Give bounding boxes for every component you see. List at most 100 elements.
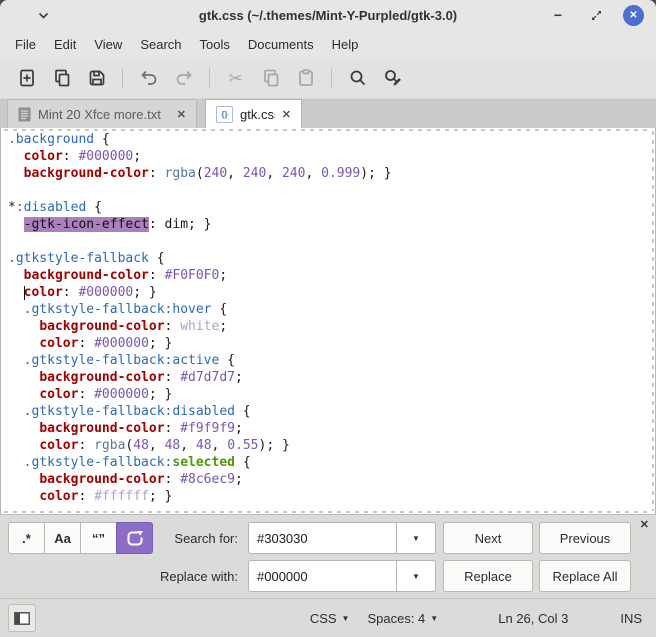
language-selector[interactable]: CSS ▼ [310, 611, 350, 626]
whole-word-toggle-button[interactable]: “” [80, 522, 117, 554]
code-token: .gtkstyle-fallback: [23, 455, 173, 470]
insert-mode-indicator: INS [620, 610, 642, 626]
code-token: :disabled [15, 200, 87, 215]
code-token: rgba [164, 166, 196, 181]
search-for-label: Search for: [174, 530, 238, 546]
undo-button[interactable] [135, 65, 162, 92]
replace-button[interactable]: Replace [443, 560, 533, 592]
titlebar: gtk.css (~/.themes/Mint-Y-Purpled/gtk-3.… [0, 0, 656, 30]
code-token: : [164, 472, 181, 487]
find-button[interactable] [344, 65, 371, 92]
wrap-around-toggle-button[interactable] [116, 522, 153, 554]
redo-button[interactable] [170, 65, 197, 92]
code-token: .gtkstyle-fallback [8, 251, 149, 266]
code-line: background-color: #F0F0F0; [8, 267, 655, 284]
tab-gtk-css[interactable]: {} gtk.css ✕ [205, 99, 302, 128]
minimize-button[interactable]: − [547, 4, 569, 26]
menu-tools[interactable]: Tools [191, 33, 239, 56]
code-token: : dim; } [148, 217, 212, 232]
text-file-icon [18, 107, 31, 121]
code-token: .gtkstyle-fallback:active [23, 353, 220, 368]
tab-close-icon[interactable]: ✕ [282, 108, 291, 121]
code-line: background-color: rgba(240, 240, 240, 0.… [8, 165, 655, 182]
window-menu-chevron-icon[interactable] [38, 12, 49, 19]
code-token: 0.55 [227, 438, 259, 453]
toolbar-separator [209, 68, 210, 88]
code-token: #F0F0F0 [164, 268, 220, 283]
code-line: *:disabled { [8, 199, 655, 216]
close-button[interactable]: ✕ [623, 4, 644, 26]
side-panel-toggle-button[interactable] [8, 604, 36, 632]
code-line: background-color: white; [8, 318, 655, 335]
code-token: : [62, 285, 79, 300]
open-document-button[interactable] [48, 65, 75, 92]
code-token: : [148, 166, 165, 181]
tab-mint-20-xfce-more[interactable]: Mint 20 Xfce more.txt ✕ [7, 99, 197, 128]
dropdown-arrow-icon: ▼ [341, 613, 350, 623]
code-token: { [211, 302, 228, 317]
code-token: : [164, 319, 181, 334]
code-token: ; } [133, 285, 157, 300]
code-token: ; } [148, 387, 173, 402]
replace-input[interactable] [248, 560, 396, 592]
tab-label: gtk.css [240, 106, 275, 122]
search-input[interactable] [248, 522, 396, 554]
code-token: 48 [164, 438, 181, 453]
paste-button[interactable] [292, 65, 319, 92]
code-token: , [227, 166, 243, 181]
replace-all-button[interactable]: Replace All [539, 560, 631, 592]
menu-search[interactable]: Search [131, 33, 190, 56]
code-token: { [219, 353, 235, 368]
menu-view[interactable]: View [85, 33, 131, 56]
code-token: .background [8, 132, 95, 147]
search-dropdown-button[interactable]: ▼ [396, 522, 436, 554]
code-token: ; [235, 370, 243, 385]
css-file-icon: {} [216, 105, 233, 123]
editor-content[interactable]: .background { color: #000000; background… [0, 128, 656, 514]
copy-button[interactable] [257, 65, 284, 92]
menu-edit[interactable]: Edit [45, 33, 85, 56]
find-replace-button[interactable] [379, 65, 406, 92]
regex-toggle-button[interactable]: .* [8, 522, 45, 554]
tab-width-selector[interactable]: Spaces: 4 ▼ [367, 611, 438, 626]
code-token: color [39, 387, 79, 402]
cut-button[interactable]: ✂ [222, 65, 249, 92]
code-token: background-color [39, 370, 165, 385]
code-line: color: #000000; } [8, 335, 655, 352]
code-token: ; } [148, 489, 173, 504]
new-document-button[interactable] [13, 65, 40, 92]
replace-dropdown-button[interactable]: ▼ [396, 560, 436, 592]
menu-documents[interactable]: Documents [239, 33, 323, 56]
code-token: : [78, 489, 95, 504]
code-line: color: #000000; [8, 148, 655, 165]
code-token: 240 [281, 166, 306, 181]
previous-button[interactable]: Previous [539, 522, 631, 554]
code-token: , [305, 166, 322, 181]
save-button[interactable] [83, 65, 110, 92]
language-label: CSS [309, 610, 337, 626]
code-token: , [211, 438, 228, 453]
scissors-icon: ✂ [228, 68, 243, 88]
tab-close-icon[interactable]: ✕ [177, 108, 186, 121]
next-button[interactable]: Next [443, 522, 533, 554]
code-token: ; [133, 149, 142, 164]
code-token: ; [219, 319, 228, 334]
match-case-toggle-button[interactable]: Aa [44, 522, 81, 554]
code-token: : [78, 438, 95, 453]
panel-close-icon[interactable]: ✕ [640, 518, 649, 531]
menu-help[interactable]: Help [323, 33, 368, 56]
maximize-button[interactable] [585, 4, 607, 26]
menu-file[interactable]: File [6, 33, 45, 56]
code-token: color [39, 489, 79, 504]
code-token: ); } [360, 166, 392, 181]
code-token: #ffffff [94, 489, 149, 504]
code-line: background-color: #d7d7d7; [8, 369, 655, 386]
